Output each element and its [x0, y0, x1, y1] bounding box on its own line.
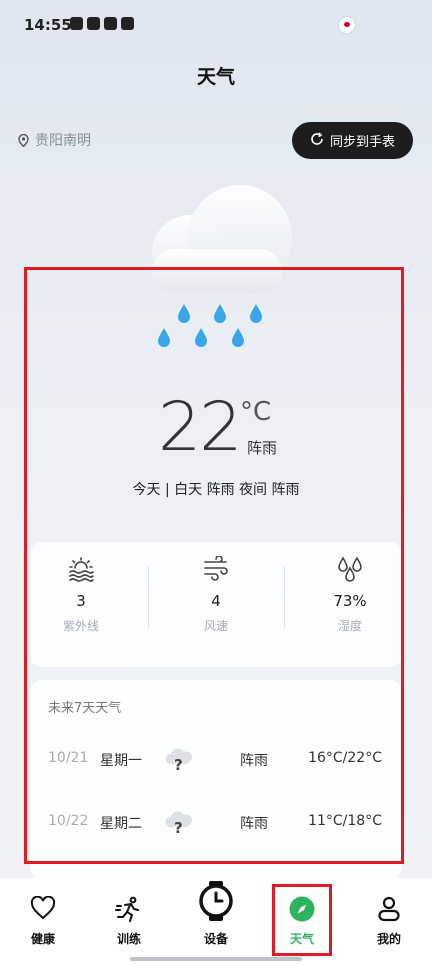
nav-label: 健康: [30, 932, 55, 946]
status-app-icon: [339, 17, 355, 33]
person-icon: [346, 896, 432, 922]
status-notification-icons: [70, 17, 134, 30]
sync-to-watch-button[interactable]: 同步到手表: [292, 122, 413, 159]
highlight-frame-nav: [272, 884, 332, 956]
location-name: 贵阳南明: [35, 133, 91, 149]
nav-label: 训练: [116, 932, 141, 946]
nav-item-health[interactable]: 健康: [0, 878, 86, 964]
nav-item-device[interactable]: 设备: [173, 878, 259, 964]
app-icon: [87, 17, 100, 30]
page-title: 天气: [196, 66, 235, 88]
mail-icon: [104, 17, 117, 30]
status-time: 14:55: [24, 16, 72, 34]
tiktok-icon: [70, 17, 83, 30]
home-indicator[interactable]: [130, 957, 302, 961]
nav-label: 我的: [376, 932, 401, 946]
bottom-nav: 健康 训练 设备 天气 我的: [0, 878, 432, 964]
heart-icon: [0, 896, 86, 920]
watch-icon: [173, 880, 259, 922]
running-icon: [86, 896, 172, 924]
location[interactable]: 贵阳南明: [18, 130, 91, 150]
highlight-frame: [24, 267, 404, 864]
location-pin-icon: [18, 133, 29, 147]
fan-icon: [121, 17, 134, 30]
nav-item-training[interactable]: 训练: [86, 878, 172, 964]
refresh-icon: [310, 131, 324, 150]
nav-label: 设备: [203, 932, 228, 946]
nav-item-mine[interactable]: 我的: [346, 878, 432, 964]
sync-button-label: 同步到手表: [329, 135, 395, 150]
